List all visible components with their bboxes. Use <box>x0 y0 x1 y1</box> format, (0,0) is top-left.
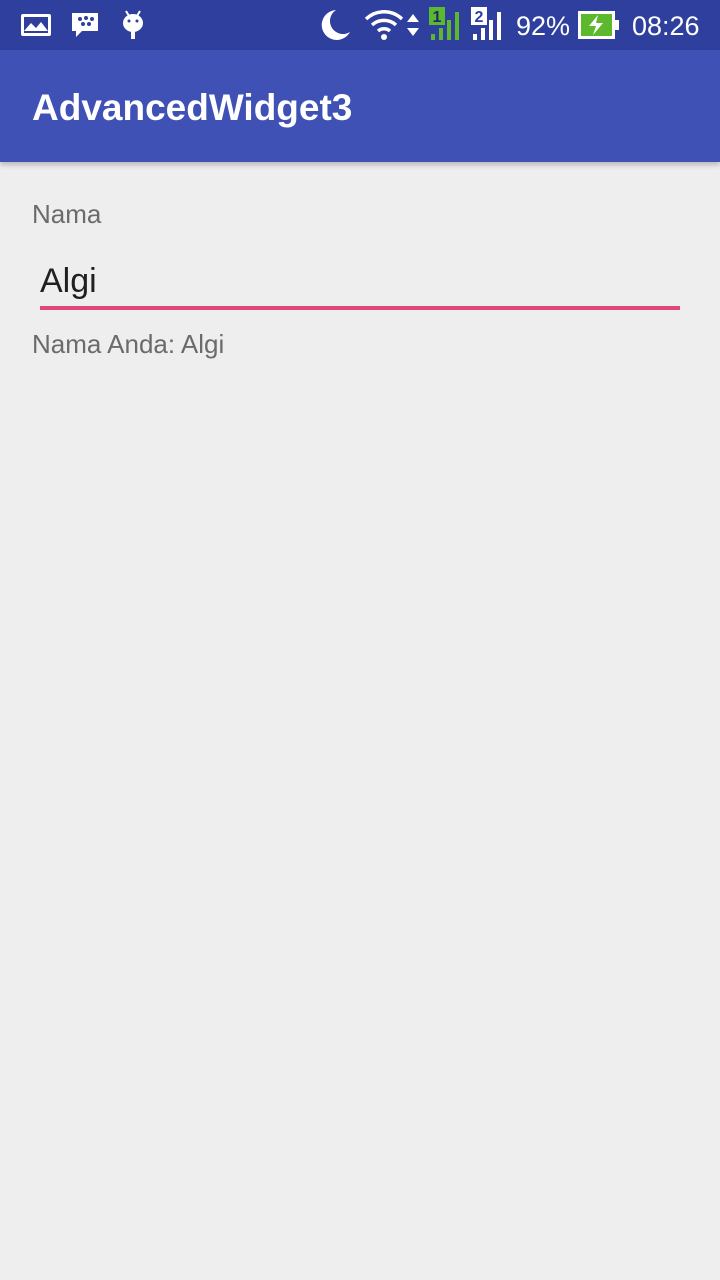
bbm-icon <box>70 9 100 41</box>
gallery-icon <box>20 9 52 41</box>
sim2-signal-icon: 2 <box>470 6 508 42</box>
svg-text:2: 2 <box>475 9 484 26</box>
status-bar: 1 2 92% 08:26 <box>0 0 720 50</box>
android-icon <box>120 9 146 41</box>
battery-percent: 92% <box>516 11 571 41</box>
battery-charging-icon <box>578 11 620 39</box>
app-bar: AdvancedWidget3 <box>0 50 720 162</box>
moon-icon <box>316 8 352 42</box>
app-title: AdvancedWidget3 <box>32 87 353 128</box>
data-arrows-icon <box>405 12 421 38</box>
sim1-signal-icon: 1 <box>428 6 466 42</box>
name-label: Nama <box>32 199 102 229</box>
name-output-text: Nama Anda: Algi <box>32 329 225 359</box>
name-input[interactable] <box>40 256 680 310</box>
svg-text:1: 1 <box>433 9 442 26</box>
notification-icons <box>20 9 146 41</box>
clock: 08:26 <box>632 11 700 41</box>
wifi-icon <box>364 9 404 41</box>
